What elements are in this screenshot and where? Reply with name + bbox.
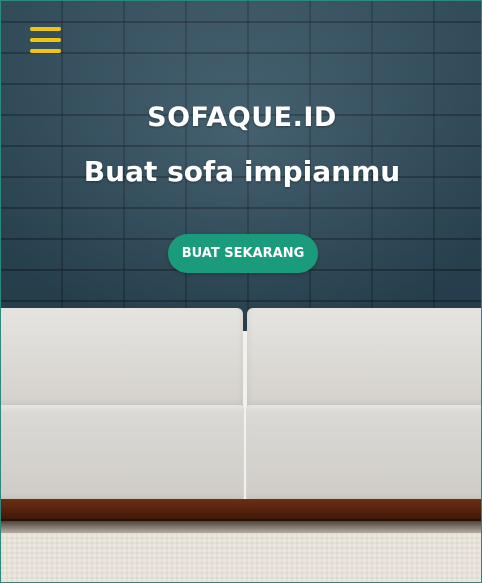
buat-sekarang-button[interactable]: BUAT SEKARANG <box>168 234 318 273</box>
sofa-back-cushion-right <box>247 308 481 408</box>
sofa-back-cushion-left <box>1 308 243 408</box>
hero-tagline: Buat sofa impianmu <box>83 155 401 188</box>
sofa-wooden-base <box>1 499 481 521</box>
brand-title: SOFAQUE.ID <box>147 102 337 133</box>
hamburger-menu-icon[interactable] <box>30 25 62 55</box>
hero-section: SOFAQUE.ID Buat sofa impianmu BUAT SEKAR… <box>0 0 482 583</box>
menu-bar-bottom <box>30 49 61 53</box>
sofa-seat-cushion-left <box>1 405 244 501</box>
carpet-floor <box>1 533 481 582</box>
menu-bar-middle <box>30 38 61 42</box>
menu-bar-top <box>30 27 61 31</box>
sofa-seat-cushion-right <box>246 405 481 501</box>
